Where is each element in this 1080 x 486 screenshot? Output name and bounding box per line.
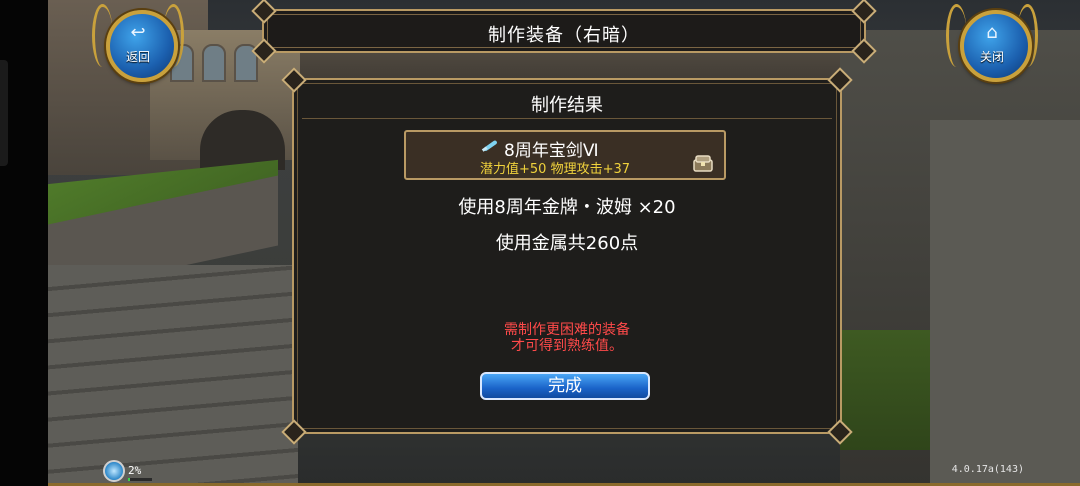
version-label: 4.0.17a(143) — [951, 464, 1024, 475]
warning-text-line1: 需制作更困难的装备 — [504, 322, 630, 338]
progress-percent: 2% — [128, 464, 142, 477]
chest-icon — [693, 155, 713, 172]
screen-edge — [0, 0, 48, 486]
warning-text-line2: 才可得到熟练值。 — [511, 338, 623, 354]
sword-icon — [481, 140, 497, 152]
dialog-header: 制作结果 — [302, 84, 832, 119]
return-arrow-icon: ↩ — [130, 22, 146, 43]
item-stats: 潜力值+50 物理攻击+37 — [480, 162, 631, 177]
metal-cost-text: 使用金属共260点 — [495, 233, 639, 254]
dialog-title: 制作结果 — [531, 95, 603, 116]
home-icon: ⌂ — [986, 22, 998, 43]
progress-bar — [128, 478, 152, 481]
network-status-icon — [103, 460, 125, 482]
craft-result-dialog: 制作结果 8周年宝剑Ⅵ 潜力值+50 物理攻击+37 使用8周年金牌・波姆 ×2… — [281, 67, 853, 445]
close-button-ring — [960, 10, 1032, 82]
window — [202, 44, 226, 82]
back-button[interactable]: ↩ 返回 — [92, 4, 184, 84]
progress-bar-fill — [128, 478, 130, 481]
material-cost-text: 使用8周年金牌・波姆 ×20 — [458, 197, 676, 218]
crafted-item-slot[interactable]: 8周年宝剑Ⅵ 潜力值+50 物理攻击+37 — [404, 130, 726, 180]
back-button-label: 返回 — [125, 50, 150, 64]
page-title: 制作装备（右暗） — [488, 25, 640, 46]
side-notch — [0, 60, 8, 166]
title-bar: 制作装备（右暗） — [251, 0, 877, 64]
close-button-label: 关闭 — [979, 50, 1004, 64]
back-button-ring — [106, 10, 178, 82]
close-button[interactable]: ⌂ 关闭 — [946, 4, 1038, 84]
done-button[interactable]: 完成 — [480, 372, 650, 400]
stone-stairs — [48, 265, 298, 486]
right-stone-block — [930, 120, 1080, 486]
